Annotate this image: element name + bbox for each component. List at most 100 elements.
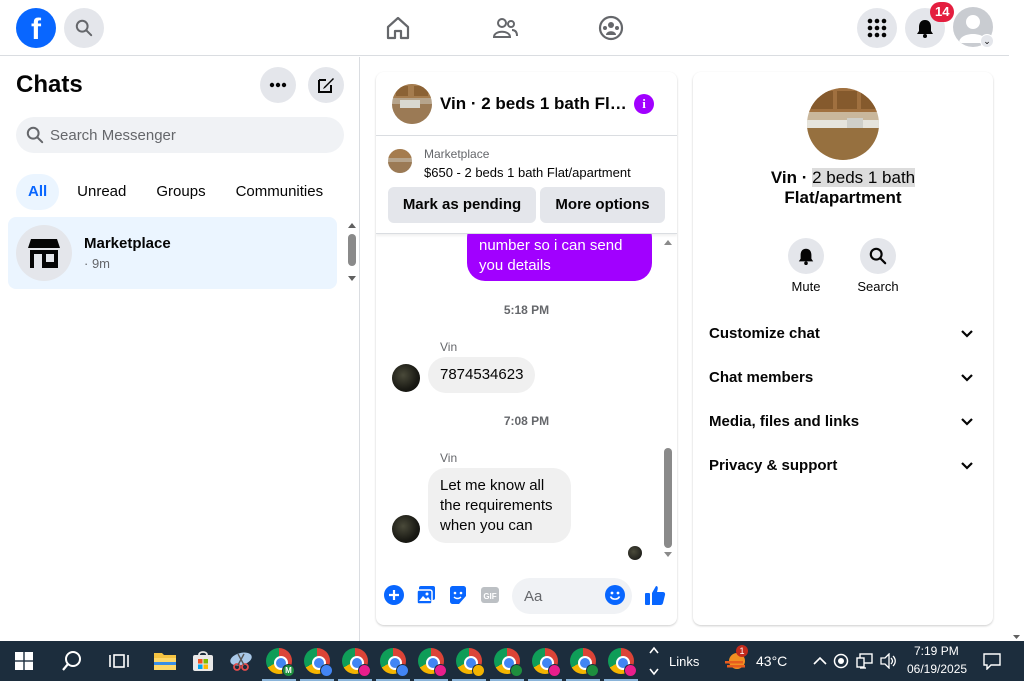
mute-action[interactable]: Mute [771, 238, 841, 294]
sticker-icon[interactable] [447, 584, 469, 606]
search-action[interactable]: Search [843, 238, 913, 294]
conversation-name: Vin · 2 beds 1 bath Flat/apartment [693, 168, 993, 208]
task-view-icon[interactable] [105, 647, 133, 675]
filter-all[interactable]: All [16, 174, 60, 210]
chat-list-item-marketplace[interactable]: Marketplace · 9m [8, 217, 337, 289]
chrome-window-icon[interactable] [342, 648, 371, 677]
chat-list-scrollbar[interactable] [346, 220, 358, 286]
emoji-icon[interactable] [604, 584, 626, 606]
chrome-window-icon[interactable]: M [266, 648, 295, 677]
sent-message-bubble[interactable]: number so i can send you details [467, 234, 652, 281]
facebook-logo-letter: f [31, 13, 41, 46]
photo-icon[interactable] [415, 584, 437, 606]
bell-icon [788, 238, 824, 274]
gif-icon[interactable]: GIF [479, 584, 501, 606]
name-prefix: Vin · [770, 168, 813, 187]
chrome-window-icon[interactable] [418, 648, 447, 677]
section-media-files-links[interactable]: Media, files and links [709, 404, 977, 440]
timestamp-separator: 5:18 PM [503, 303, 550, 317]
clock-date[interactable]: 06/19/2025 [907, 662, 967, 676]
conversation-title[interactable]: Vin · 2 beds 1 bath Flat/apartment [440, 94, 630, 114]
search-icon[interactable] [64, 8, 104, 48]
chats-title: Chats [16, 71, 83, 98]
mark-as-pending-button[interactable]: Mark as pending [388, 187, 536, 223]
received-message-bubble[interactable]: 7874534623 [428, 357, 536, 393]
info-icon[interactable]: i [634, 94, 654, 114]
more-options-icon[interactable] [260, 67, 296, 103]
snipping-tool-icon[interactable] [227, 647, 255, 675]
name-highlighted: 2 beds 1 bath [812, 168, 916, 187]
chrome-window-icon[interactable] [570, 648, 599, 677]
chrome-window-icon[interactable] [456, 648, 485, 677]
volume-icon[interactable] [875, 647, 903, 675]
thumbs-up-icon[interactable] [644, 584, 666, 606]
chrome-window-icon[interactable] [380, 648, 409, 677]
microsoft-store-icon[interactable] [189, 647, 217, 675]
page-scrollbar[interactable] [1009, 0, 1024, 641]
sender-avatar[interactable] [392, 364, 420, 392]
menu-grid-icon[interactable] [857, 8, 897, 48]
svg-text:GIF: GIF [483, 592, 496, 601]
chrome-profile-badge [320, 664, 333, 677]
chrome-profile-badge: M [282, 664, 295, 677]
taskbar-search-icon[interactable] [58, 647, 86, 675]
facebook-logo[interactable]: f [16, 8, 56, 48]
section-customize-chat[interactable]: Customize chat [709, 316, 977, 352]
marketplace-listing-card: Marketplace $650 - 2 beds 1 bath Flat/ap… [376, 137, 677, 234]
sender-avatar[interactable] [392, 515, 420, 543]
home-icon[interactable] [382, 12, 414, 44]
taskbar-overflow-arrows[interactable] [640, 643, 668, 679]
section-privacy-support[interactable]: Privacy & support [709, 448, 977, 484]
filter-unread[interactable]: Unread [65, 174, 138, 210]
marketplace-label: Marketplace [424, 147, 490, 161]
windows-taskbar: M Links 1 43°C 7:19 PM 06/19/2025 [0, 641, 1024, 681]
received-message-bubble[interactable]: Let me know all the requirements when yo… [428, 468, 571, 543]
search-icon [860, 238, 896, 274]
filter-groups[interactable]: Groups [144, 174, 217, 210]
chrome-profile-badge [396, 664, 409, 677]
chrome-window-icon[interactable] [304, 648, 333, 677]
listing-thumbnail[interactable] [388, 149, 412, 173]
listing-photo[interactable] [807, 88, 879, 160]
sender-name: Vin [440, 340, 458, 354]
chrome-window-icon[interactable] [532, 648, 561, 677]
message-list: number so i can send you details 5:18 PM… [376, 234, 677, 566]
temperature[interactable]: 43°C [756, 653, 787, 669]
section-label: Privacy & support [709, 457, 838, 474]
listing-price-title[interactable]: $650 - 2 beds 1 bath Flat/apartment [424, 165, 631, 180]
chrome-profile-badge [510, 664, 523, 677]
name-line2: Flat/apartment [784, 188, 902, 207]
chrome-profile-badge [624, 664, 637, 677]
listing-avatar[interactable] [392, 84, 432, 124]
search-messenger-box[interactable] [16, 117, 344, 153]
chats-sidebar: Chats All Unread Groups Communities Mark… [0, 57, 360, 641]
more-options-button[interactable]: More options [540, 187, 665, 223]
message-input[interactable] [512, 578, 592, 614]
windows-start-icon[interactable] [10, 647, 38, 675]
chat-filter-tabs: All Unread Groups Communities [16, 174, 335, 210]
chevron-down-icon [961, 316, 973, 366]
sender-name: Vin [440, 451, 458, 465]
section-chat-members[interactable]: Chat members [709, 360, 977, 396]
new-message-icon[interactable] [308, 67, 344, 103]
chat-time: · 9m [84, 256, 110, 271]
chevron-down-icon [961, 448, 973, 498]
notification-center-icon[interactable] [978, 647, 1006, 675]
search-messenger-input[interactable] [50, 126, 320, 144]
chrome-window-icon[interactable] [608, 648, 637, 677]
file-explorer-icon[interactable] [151, 647, 179, 675]
groups-icon[interactable] [595, 12, 627, 44]
filter-communities[interactable]: Communities [224, 174, 336, 210]
read-receipt-avatar [628, 546, 642, 560]
friends-icon[interactable] [489, 12, 521, 44]
links-toolbar[interactable]: Links [669, 654, 699, 669]
chrome-window-icon[interactable] [494, 648, 523, 677]
message-scrollbar[interactable] [663, 236, 673, 564]
section-label: Media, files and links [709, 413, 860, 430]
add-plus-icon[interactable] [383, 584, 405, 606]
mute-label: Mute [791, 279, 821, 294]
account-chevron-down-icon[interactable]: ⌄ [980, 34, 994, 48]
conversation-header: Vin · 2 beds 1 bath Flat/apartment i [376, 72, 677, 136]
clock-time[interactable]: 7:19 PM [914, 644, 959, 658]
timestamp-separator: 7:08 PM [503, 414, 550, 428]
